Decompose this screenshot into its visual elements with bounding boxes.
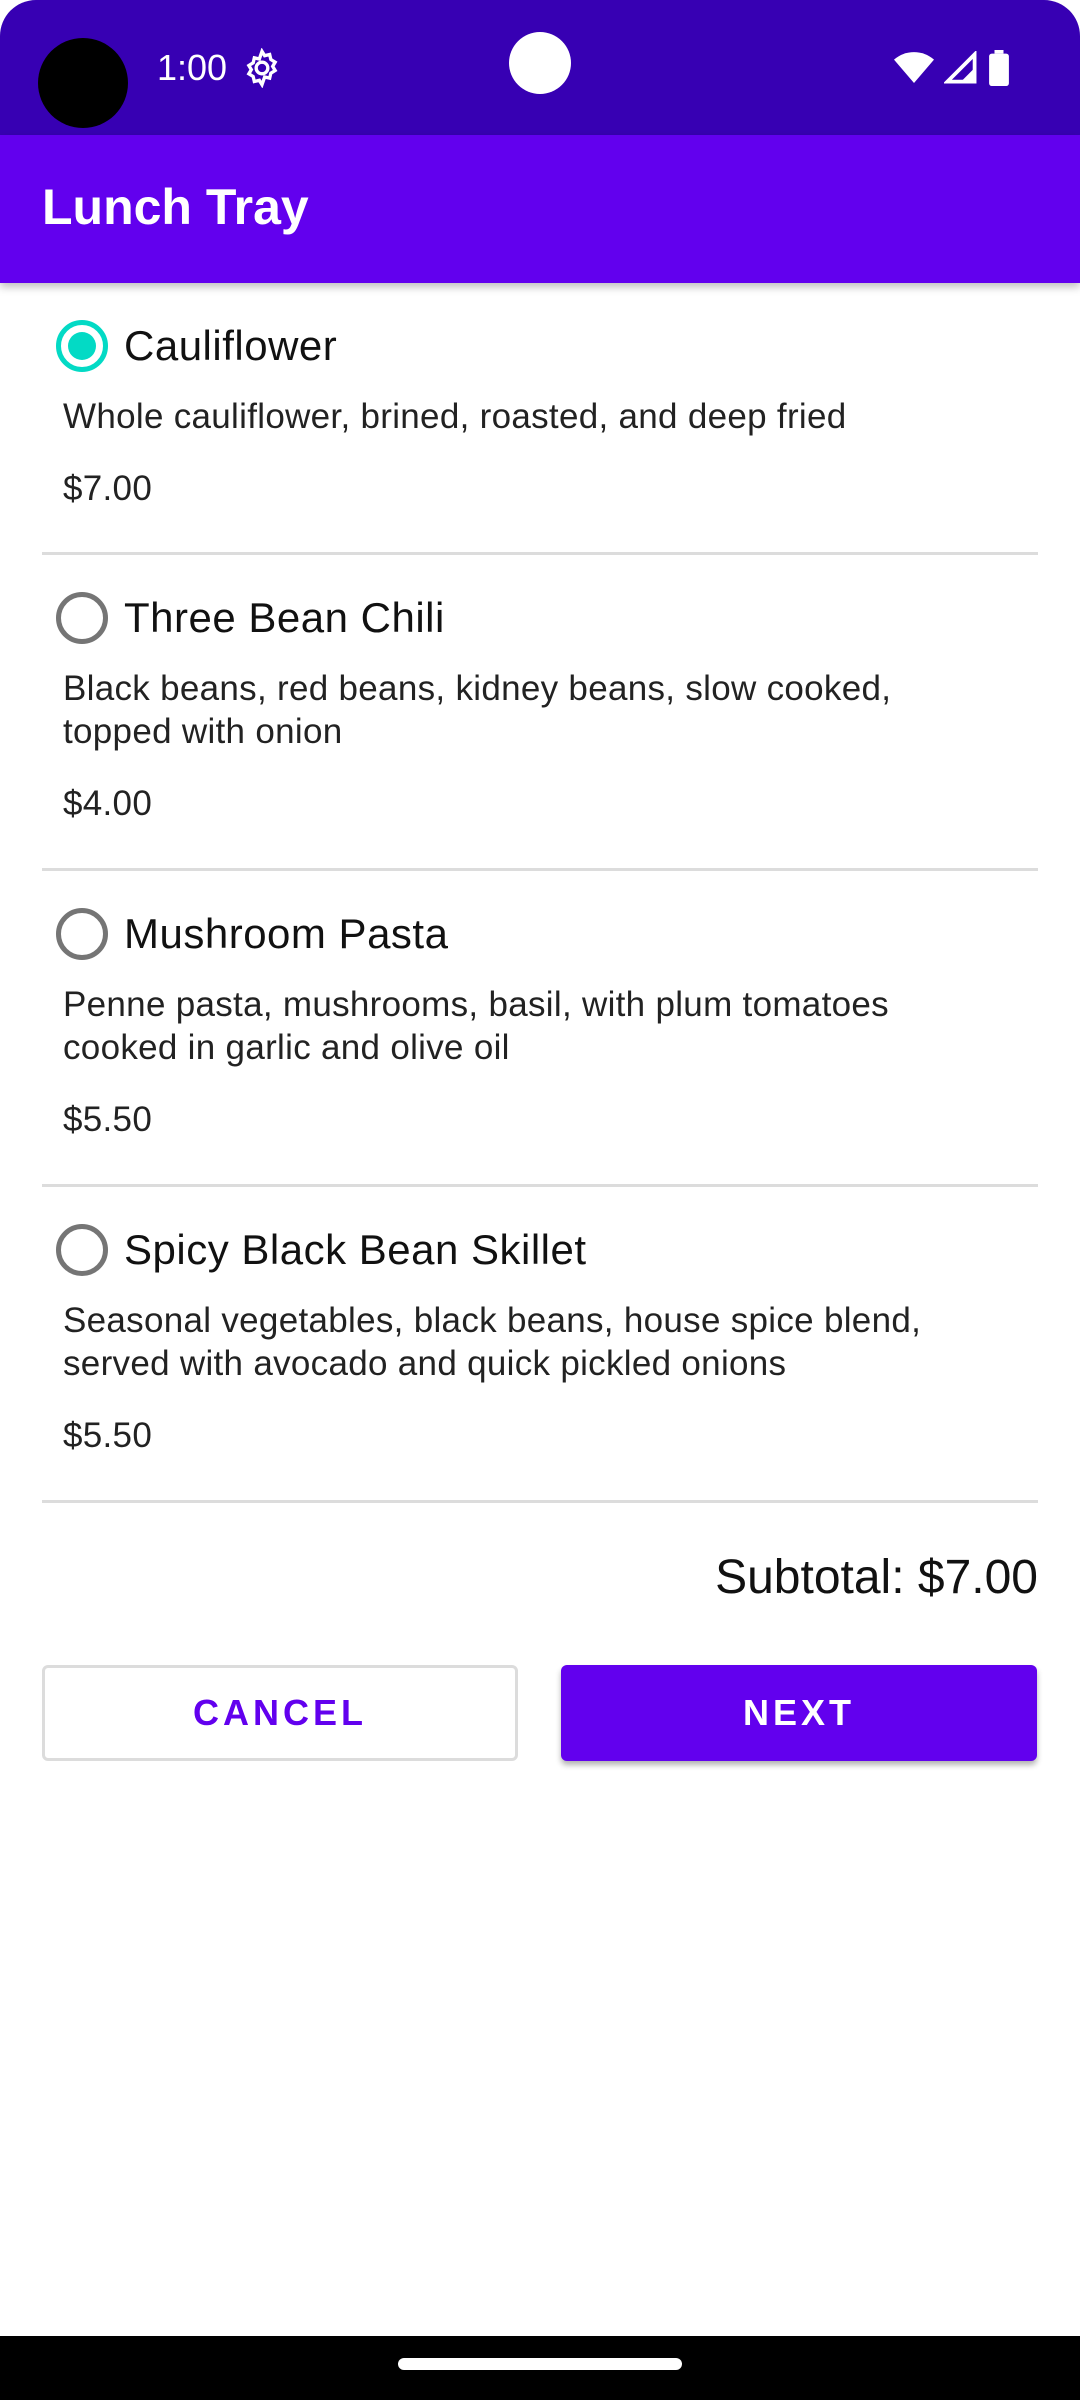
home-gesture-handle[interactable] bbox=[398, 2358, 682, 2370]
menu-item-radio-row[interactable]: Cauliflower bbox=[56, 318, 337, 374]
radio-button-selected[interactable] bbox=[56, 320, 108, 372]
camera-cutout bbox=[38, 38, 128, 128]
entree-menu: Cauliflower Whole cauliflower, brined, r… bbox=[42, 283, 1038, 1503]
menu-item-price: $5.50 bbox=[63, 1100, 153, 1139]
menu-item-name[interactable]: Cauliflower bbox=[124, 322, 337, 370]
status-bar: 1:00 bbox=[0, 0, 1080, 135]
menu-item-radio-row[interactable]: Mushroom Pasta bbox=[56, 906, 448, 962]
menu-item-name[interactable]: Mushroom Pasta bbox=[124, 910, 448, 958]
menu-item[interactable]: Spicy Black Bean Skillet Seasonal vegeta… bbox=[42, 1187, 1038, 1503]
menu-item-price: $5.50 bbox=[63, 1416, 153, 1455]
wifi-icon bbox=[894, 52, 934, 83]
app-bar: Lunch Tray bbox=[0, 135, 1080, 283]
menu-item-name[interactable]: Spicy Black Bean Skillet bbox=[124, 1226, 587, 1274]
menu-item-name[interactable]: Three Bean Chili bbox=[124, 594, 445, 642]
battery-icon bbox=[989, 50, 1009, 86]
system-icons bbox=[894, 48, 1010, 88]
cancel-button[interactable]: CANCEL bbox=[42, 1665, 518, 1761]
settings-gear-icon bbox=[246, 48, 278, 88]
next-button[interactable]: NEXT bbox=[561, 1665, 1037, 1761]
front-camera-indicator bbox=[509, 32, 571, 94]
menu-item[interactable]: Cauliflower Whole cauliflower, brined, r… bbox=[42, 283, 1038, 555]
menu-item-price: $4.00 bbox=[63, 784, 153, 823]
app-title: Lunch Tray bbox=[42, 179, 309, 235]
menu-item[interactable]: Mushroom Pasta Penne pasta, mushrooms, b… bbox=[42, 871, 1038, 1187]
status-time: 1:00 bbox=[157, 47, 228, 88]
menu-item-radio-row[interactable]: Spicy Black Bean Skillet bbox=[56, 1222, 587, 1278]
menu-item-description: Penne pasta, mushrooms, basil, with plum… bbox=[63, 985, 889, 1067]
menu-item-radio-row[interactable]: Three Bean Chili bbox=[56, 590, 445, 646]
menu-item-description: Black beans, red beans, kidney beans, sl… bbox=[63, 669, 892, 751]
subtotal-label: Subtotal: $7.00 bbox=[715, 1551, 1038, 1604]
radio-button[interactable] bbox=[56, 908, 108, 960]
navigation-bar bbox=[0, 2336, 1080, 2400]
menu-item-price: $7.00 bbox=[63, 469, 153, 508]
radio-button[interactable] bbox=[56, 592, 108, 644]
screen: 1:00 Lunch Tray Cauliflower Whole caulif… bbox=[0, 0, 1080, 2400]
signal-icon bbox=[944, 51, 977, 84]
menu-item-description: Seasonal vegetables, black beans, house … bbox=[63, 1301, 922, 1383]
radio-button[interactable] bbox=[56, 1224, 108, 1276]
menu-item[interactable]: Three Bean Chili Black beans, red beans,… bbox=[42, 555, 1038, 871]
menu-item-description: Whole cauliflower, brined, roasted, and … bbox=[63, 397, 847, 436]
